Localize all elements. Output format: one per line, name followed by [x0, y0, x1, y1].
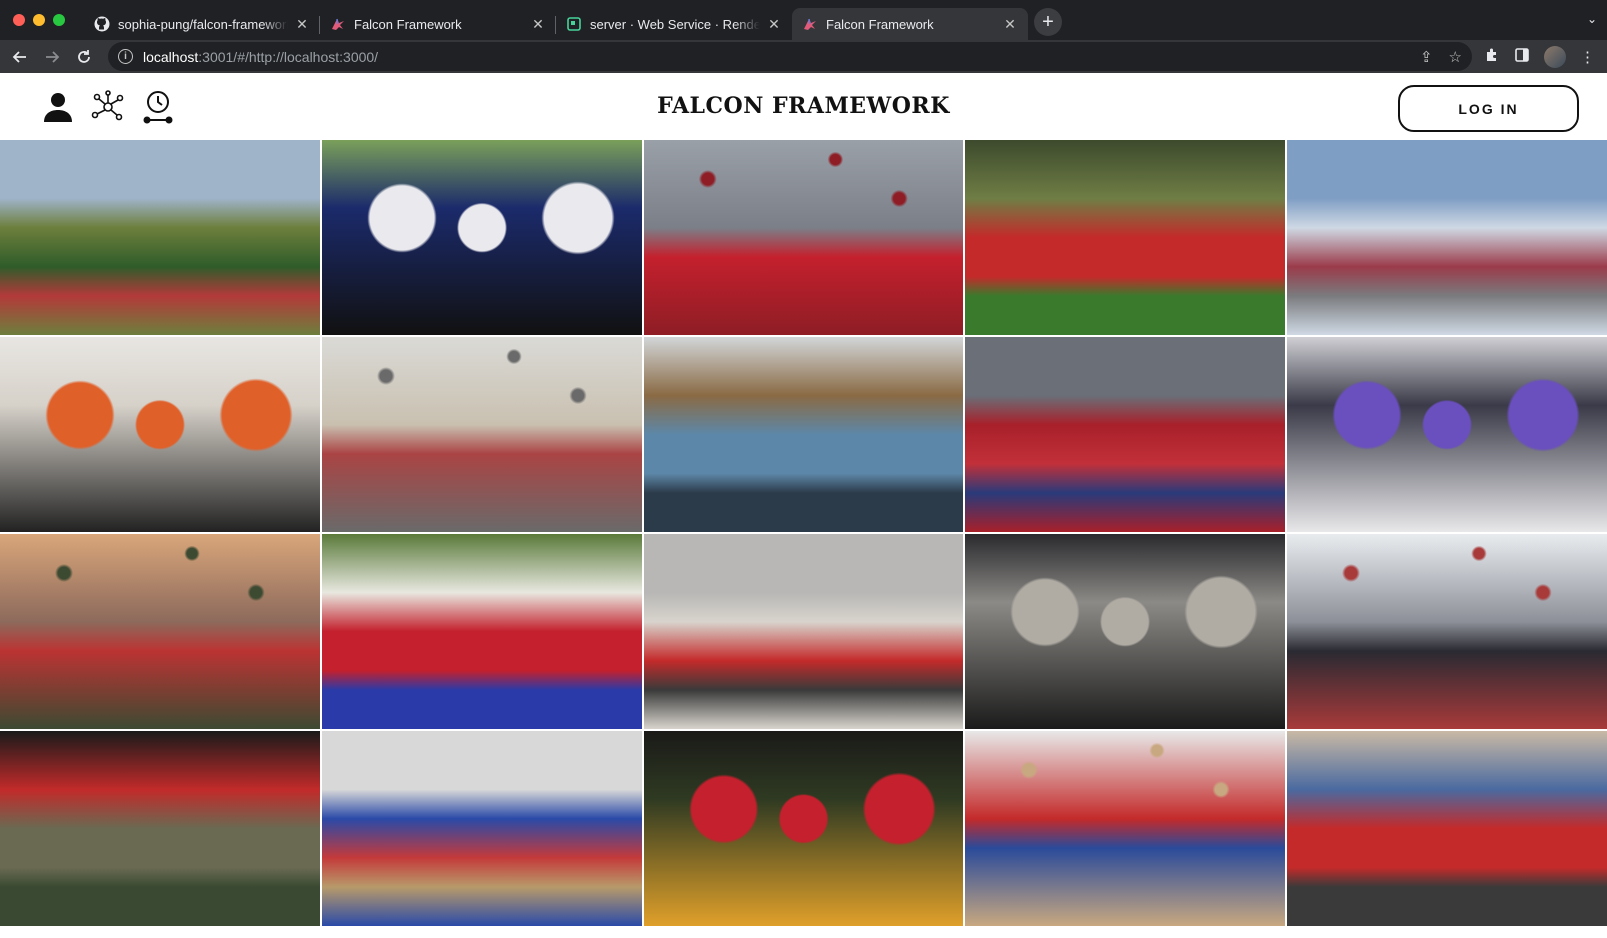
photo-graduation-ceremony[interactable] [965, 337, 1286, 532]
url-host: localhost [143, 48, 199, 65]
photo-marching-drumline[interactable] [321, 140, 642, 335]
falcon-icon [802, 16, 818, 32]
extensions-area: ⋮ [1478, 45, 1601, 68]
bookmark-star-icon[interactable]: ☆ [1449, 48, 1462, 66]
arrow-right-icon [46, 50, 60, 63]
site-header: FALCON FRAMEWORK LOG IN [0, 73, 1607, 140]
side-panel-icon[interactable] [1514, 47, 1530, 67]
share-icon[interactable]: ⇪ [1420, 48, 1433, 66]
window-controls [0, 14, 84, 26]
reload-icon [78, 49, 90, 63]
photo-outdoor-pep-rally[interactable] [1287, 534, 1607, 729]
photo-cross-country-race[interactable] [965, 140, 1286, 335]
falcon-icon [330, 16, 346, 32]
profile-avatar[interactable] [1544, 45, 1566, 68]
photo-grid [0, 140, 1607, 938]
photo-graduation-speech[interactable] [643, 731, 964, 926]
browser-tab-github[interactable]: sophia-pung/falcon-framework ✕ [84, 8, 320, 40]
photo-podcast-studio[interactable] [1287, 337, 1607, 532]
arrow-left-icon [12, 50, 26, 63]
minimize-window-button[interactable] [33, 14, 45, 26]
photo-graduation-cap-toss[interactable] [643, 140, 964, 335]
photo-stadium-aerial[interactable] [0, 140, 320, 335]
network-icon[interactable] [90, 89, 126, 125]
login-button[interactable]: LOG IN [1398, 85, 1579, 132]
tab-search-chevron-icon[interactable]: ⌄ [1587, 12, 1597, 26]
tab-title: Falcon Framework [354, 16, 462, 32]
render-icon [566, 16, 582, 32]
photo-library-students[interactable] [643, 337, 964, 532]
photo-student-section-gym[interactable] [643, 534, 964, 729]
browser-toolbar: i localhost:3001/#/http://localhost:3000… [0, 40, 1607, 73]
photo-tailgate-friends[interactable] [1287, 731, 1607, 926]
timeline-icon[interactable] [140, 89, 176, 125]
url-path: :3001/#/http://localhost:3000/ [198, 48, 379, 65]
browser-tab-falcon-1[interactable]: Falcon Framework ✕ [320, 8, 556, 40]
photo-stadium-crowd[interactable] [1287, 140, 1607, 335]
browser-tab-bar: sophia-pung/falcon-framework ✕ Falcon Fr… [0, 0, 1607, 40]
photo-graduates-group[interactable] [321, 534, 642, 729]
reload-button[interactable] [70, 43, 98, 71]
photo-women-in-stem-mural[interactable] [0, 337, 320, 532]
browser-tab-falcon-active[interactable]: Falcon Framework ✕ [792, 8, 1028, 40]
browser-tab-render[interactable]: server · Web Service · Render ✕ [556, 8, 792, 40]
close-window-button[interactable] [13, 14, 25, 26]
github-icon [94, 16, 110, 32]
site-info-icon[interactable]: i [118, 49, 133, 64]
user-icon[interactable] [40, 89, 76, 125]
close-tab-icon[interactable]: ✕ [294, 16, 310, 32]
tab-title: server · Web Service · Render [590, 16, 760, 32]
photo-gym-dance[interactable] [321, 731, 642, 926]
photo-football-team-sunset[interactable] [0, 534, 320, 729]
browser-menu-icon[interactable]: ⋮ [1580, 48, 1595, 66]
extensions-puzzle-icon[interactable] [1484, 47, 1500, 67]
close-tab-icon[interactable]: ✕ [766, 16, 782, 32]
maximize-window-button[interactable] [53, 14, 65, 26]
forward-button[interactable] [38, 43, 66, 71]
close-tab-icon[interactable]: ✕ [530, 16, 546, 32]
photo-falcon-gym-volleyball[interactable] [965, 731, 1286, 926]
photo-classroom-teacher[interactable] [321, 337, 642, 532]
photo-theater-performance[interactable] [0, 731, 320, 926]
header-icon-group [0, 89, 176, 125]
back-button[interactable] [6, 43, 34, 71]
photo-band-concert[interactable] [965, 534, 1286, 729]
brand-title: FALCON FRAMEWORK [657, 93, 950, 119]
new-tab-button[interactable]: + [1034, 8, 1062, 36]
tab-title: sophia-pung/falcon-framework [118, 16, 288, 32]
address-bar[interactable]: i localhost:3001/#/http://localhost:3000… [108, 42, 1472, 71]
tab-title: Falcon Framework [826, 16, 934, 32]
close-tab-icon[interactable]: ✕ [1002, 16, 1018, 32]
